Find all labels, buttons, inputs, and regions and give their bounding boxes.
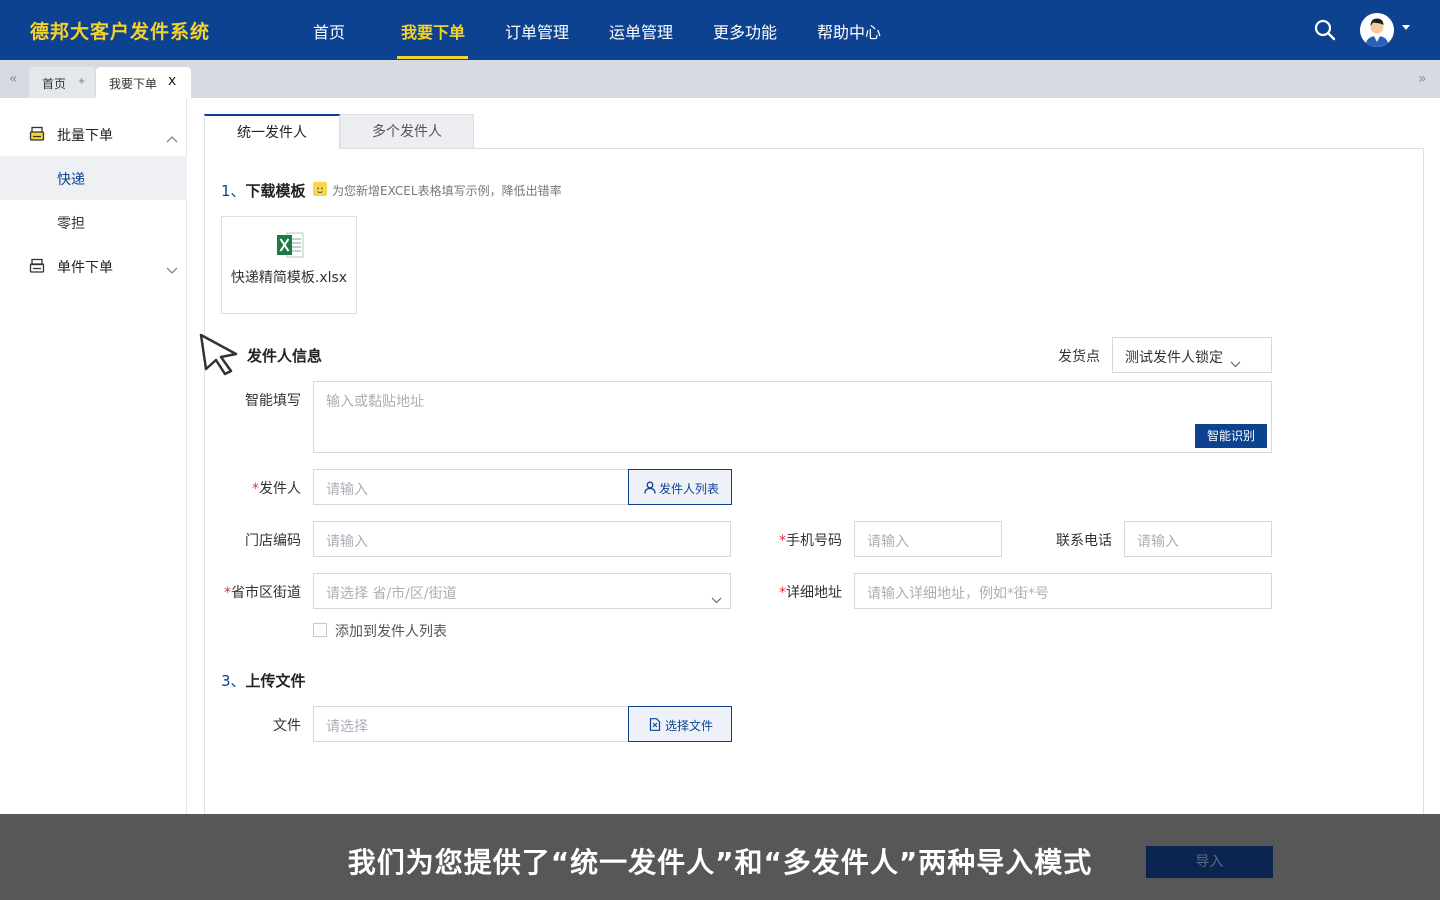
download-section-number: 1、 xyxy=(221,182,246,200)
required-mark: * xyxy=(779,533,786,549)
region-placeholder: 请选择 省/市/区/街道 xyxy=(326,586,457,602)
add-to-sender-list-label[interactable]: 添加到发件人列表 xyxy=(335,621,447,641)
template-file-card[interactable]: 快递精简模板.xlsx xyxy=(221,216,357,314)
sidebar-group-single-order-label: 单件下单 xyxy=(57,260,113,276)
smart-recognize-button[interactable]: 智能识别 xyxy=(1195,424,1267,448)
mobile-input[interactable]: 请输入 xyxy=(854,521,1002,557)
region-label: *省市区街道 xyxy=(211,582,301,602)
chevron-down-icon xyxy=(711,589,722,604)
printer-icon xyxy=(29,126,45,142)
required-mark: * xyxy=(779,585,786,601)
tab-scroll-left-icon[interactable]: « xyxy=(9,71,18,87)
sender-section-title: 发件人信息 xyxy=(247,347,323,365)
mobile-label: *手机号码 xyxy=(762,530,842,550)
add-to-sender-list-checkbox[interactable] xyxy=(313,623,327,637)
upload-section-title: 3、上传文件 xyxy=(221,670,306,691)
download-hint: 为您新增EXCEL表格填写示例，降低出错率 xyxy=(332,184,562,198)
phone-placeholder: 请输入 xyxy=(1137,534,1179,550)
tab-place-order-label: 我要下单 xyxy=(109,77,158,91)
user-avatar[interactable] xyxy=(1360,13,1394,47)
brand-title: 德邦大客户发件系统 xyxy=(30,21,211,43)
tab-unified-sender[interactable]: 统一发件人 xyxy=(204,114,340,149)
region-label-text: 省市区街道 xyxy=(231,585,301,601)
dispatch-point-select[interactable]: 测试发件人锁定 xyxy=(1112,337,1272,373)
template-file-name: 快递精简模板.xlsx xyxy=(230,270,348,286)
sidebar-item-ltl-label: 零担 xyxy=(57,216,85,232)
required-mark: * xyxy=(224,585,231,601)
address-label: *详细地址 xyxy=(762,582,842,602)
mobile-label-text: 手机号码 xyxy=(786,533,842,549)
mobile-placeholder: 请输入 xyxy=(867,534,909,550)
store-code-input[interactable]: 请输入 xyxy=(313,521,731,557)
file-placeholder: 请选择 xyxy=(326,719,368,735)
sender-name-label: *发件人 xyxy=(221,478,301,498)
chevron-down-icon xyxy=(1230,353,1241,368)
nav-active-indicator xyxy=(397,56,468,59)
file-label: 文件 xyxy=(273,718,301,734)
nav-item-help-center[interactable]: 帮助中心 xyxy=(817,19,881,43)
phone-input[interactable]: 请输入 xyxy=(1124,521,1272,557)
printer-outline-icon xyxy=(29,258,45,274)
choose-file-button-label: 选择文件 xyxy=(665,719,714,733)
sidebar: 批量下单 快递 零担 单件下单 xyxy=(0,98,187,900)
tab-scroll-right-icon[interactable]: » xyxy=(1418,71,1427,87)
download-section-title: 1、下载模板 xyxy=(221,180,306,201)
nav-item-waybill-management[interactable]: 运单管理 xyxy=(609,19,673,43)
smile-icon xyxy=(313,182,327,196)
sender-name-placeholder: 请输入 xyxy=(326,482,368,498)
tab-place-order[interactable]: 我要下单 x xyxy=(96,67,191,98)
choose-file-button[interactable]: 选择文件 xyxy=(628,706,732,742)
required-mark: * xyxy=(252,481,259,497)
store-code-placeholder: 请输入 xyxy=(326,534,368,550)
sidebar-group-batch-order[interactable]: 批量下单 xyxy=(0,112,187,156)
close-icon[interactable]: x xyxy=(168,73,176,89)
smart-fill-label: 智能填写 xyxy=(245,393,301,409)
upload-section-label: 上传文件 xyxy=(245,672,306,690)
address-label-text: 详细地址 xyxy=(786,585,842,601)
user-menu-caret-icon[interactable] xyxy=(1402,25,1410,30)
sender-name-label-text: 发件人 xyxy=(259,481,301,497)
dispatch-point-label: 发货点 xyxy=(1058,349,1100,365)
file-input[interactable]: 请选择 xyxy=(313,706,629,742)
search-icon[interactable] xyxy=(1313,18,1337,42)
nav-item-more-features[interactable]: 更多功能 xyxy=(713,19,777,43)
tab-home-label: 首页 xyxy=(42,77,67,91)
nav-item-home[interactable]: 首页 xyxy=(313,19,345,43)
sidebar-group-single-order[interactable]: 单件下单 xyxy=(0,244,187,288)
nav-item-order-management[interactable]: 订单管理 xyxy=(505,19,569,43)
caption-overlay: 我们为您提供了“统一发件人”和“多发件人”两种导入模式 导入 xyxy=(0,814,1440,900)
address-input[interactable]: 请输入详细地址，例如*街*号 xyxy=(854,573,1272,609)
import-button[interactable]: 导入 xyxy=(1146,846,1273,878)
page-tab-strip: « 首页 ✦ 我要下单 x » xyxy=(0,60,1440,98)
file-icon xyxy=(649,718,661,731)
address-placeholder: 请输入详细地址，例如*街*号 xyxy=(867,586,1049,602)
phone-label: 联系电话 xyxy=(1056,533,1112,549)
smart-fill-placeholder: 输入或黏贴地址 xyxy=(326,394,424,410)
store-code-label: 门店编码 xyxy=(245,533,301,549)
region-select[interactable]: 请选择 省/市/区/街道 xyxy=(313,573,731,609)
excel-file-icon xyxy=(275,230,305,260)
chevron-up-icon xyxy=(166,128,178,143)
sidebar-item-express[interactable]: 快递 xyxy=(0,156,187,200)
sender-name-input[interactable]: 请输入 xyxy=(313,469,629,505)
sidebar-item-express-label: 快递 xyxy=(57,172,85,188)
pin-icon: ✦ xyxy=(77,75,87,88)
sender-list-button-label: 发件人列表 xyxy=(659,482,720,496)
dispatch-point-value: 测试发件人锁定 xyxy=(1125,350,1223,366)
top-navbar: 德邦大客户发件系统 首页 我要下单 订单管理 运单管理 更多功能 帮助中心 xyxy=(0,0,1440,60)
tab-multiple-senders[interactable]: 多个发件人 xyxy=(340,114,474,149)
sidebar-group-batch-order-label: 批量下单 xyxy=(57,128,113,144)
user-icon xyxy=(644,481,656,494)
mouse-cursor-icon xyxy=(198,332,242,376)
nav-item-place-order[interactable]: 我要下单 xyxy=(401,19,465,43)
sidebar-item-ltl[interactable]: 零担 xyxy=(0,200,187,244)
chevron-down-icon xyxy=(166,260,178,274)
upload-section-number: 3、 xyxy=(221,672,246,690)
download-section-label: 下载模板 xyxy=(245,182,306,200)
tab-home[interactable]: 首页 ✦ xyxy=(29,67,95,98)
sender-list-button[interactable]: 发件人列表 xyxy=(628,469,732,505)
smart-fill-textarea[interactable]: 输入或黏贴地址 xyxy=(313,381,1272,453)
